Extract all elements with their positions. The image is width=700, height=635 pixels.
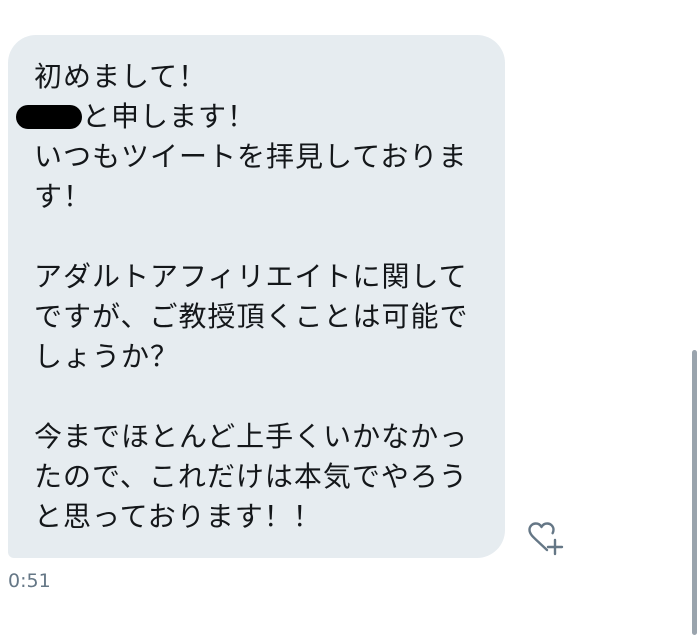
message-line: す！ xyxy=(34,180,93,213)
message-line: アダルトアフィリエイトに関して xyxy=(34,260,468,293)
heart-plus-icon xyxy=(528,522,564,556)
like-button[interactable] xyxy=(523,519,569,559)
message-line: たので、これだけは本気でやろう xyxy=(34,460,468,493)
message-line: いつもツイートを拝見しておりま xyxy=(34,140,468,173)
message-line: と思っております！！ xyxy=(34,500,322,533)
message-line: 今までほとんど上手くいかなかっ xyxy=(34,420,469,453)
message-timestamp: 0:51 xyxy=(8,570,51,592)
message-bubble[interactable]: 初めまして！ と申します！ いつもツイートを拝見しておりま す！ アダルトアフィ… xyxy=(8,35,505,558)
message-line: と申します！ xyxy=(16,97,479,137)
message-line-text: と申します！ xyxy=(82,100,257,133)
message-line: しょうか？ xyxy=(34,340,180,373)
redacted-name-mark xyxy=(16,105,82,129)
scrollbar[interactable] xyxy=(692,350,697,635)
message-line: 初めまして！ xyxy=(34,60,208,93)
message-line: ですが、ご教授頂くことは可能で xyxy=(34,300,469,333)
